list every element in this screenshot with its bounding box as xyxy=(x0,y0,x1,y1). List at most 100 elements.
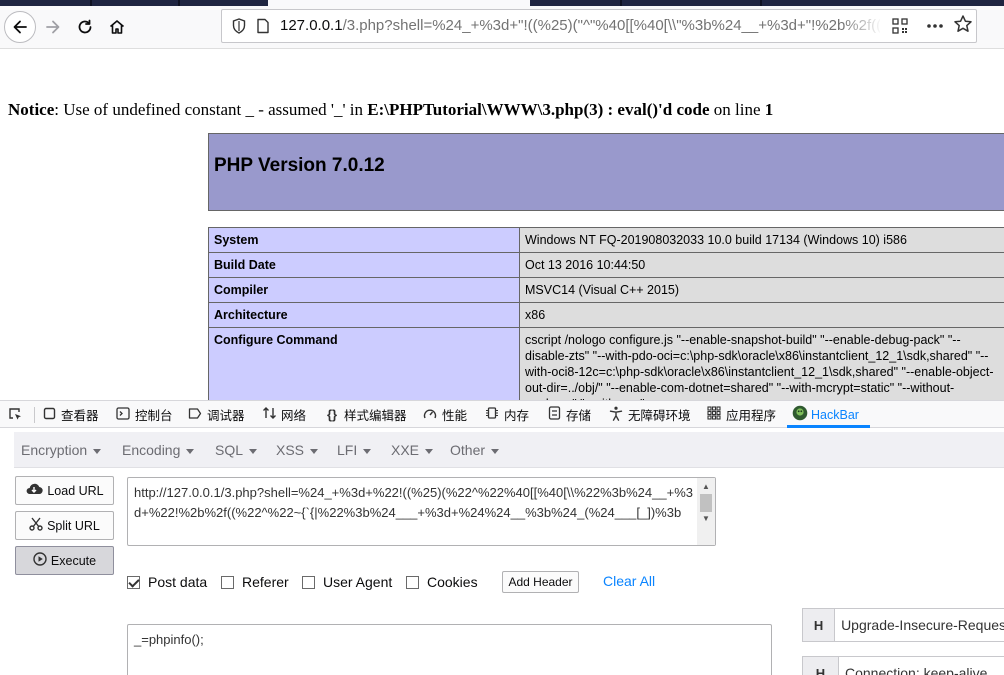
button-label: Split URL xyxy=(47,518,100,533)
console-icon xyxy=(116,406,130,423)
navigation-toolbar: 127.0.0.1/3.php?shell=%24_+%3d+"!((%25)(… xyxy=(0,6,1004,48)
header-row[interactable]: H Connection: keep-alive xyxy=(802,656,1004,675)
menu-other[interactable]: Other xyxy=(450,432,500,468)
checkbox-label: Post data xyxy=(148,574,208,590)
tab-network[interactable]: 网络 xyxy=(262,401,306,428)
checkbox-label: Cookies xyxy=(427,574,478,590)
tab-hackbar[interactable]: HackBar xyxy=(792,401,859,428)
home-button[interactable] xyxy=(102,12,132,42)
tab-memory[interactable]: 内存 xyxy=(485,401,529,428)
menu-encryption[interactable]: Encryption xyxy=(21,432,102,468)
checkbox-icon[interactable] xyxy=(221,575,234,589)
menu-label: SQL xyxy=(215,442,244,458)
application-icon xyxy=(707,406,721,423)
url-bar[interactable]: 127.0.0.1/3.php?shell=%24_+%3d+"!((%25)(… xyxy=(221,9,977,43)
menu-encoding[interactable]: Encoding xyxy=(122,432,195,468)
scroll-up-icon[interactable]: ▲ xyxy=(702,482,710,491)
tab-label: 性能 xyxy=(442,409,468,423)
scroll-down-icon[interactable]: ▼ xyxy=(702,514,710,523)
storage-icon xyxy=(547,406,561,423)
qr-code-icon[interactable] xyxy=(892,18,908,39)
notice-online: on line xyxy=(709,100,765,119)
menu-label: XSS xyxy=(276,442,305,458)
url-text[interactable]: 127.0.0.1/3.php?shell=%24_+%3d+"!((%25)(… xyxy=(280,17,880,34)
header-value[interactable]: Upgrade-Insecure-Requests: 1 xyxy=(835,609,1004,641)
user-agent-checkbox[interactable]: User Agent xyxy=(302,572,392,592)
tab-performance[interactable]: 性能 xyxy=(423,401,467,428)
header-toggle[interactable]: H xyxy=(803,609,836,641)
referer-checkbox[interactable]: Referer xyxy=(221,572,289,592)
tab-storage[interactable]: 存储 xyxy=(547,401,591,428)
split-url-button[interactable]: Split URL xyxy=(15,511,114,540)
url-input[interactable]: http://127.0.0.1/3.php?shell=%24_+%3d+%2… xyxy=(127,477,716,546)
tab-console[interactable]: 控制台 xyxy=(116,401,173,428)
row-key: Architecture xyxy=(208,302,520,328)
menu-lfi[interactable]: LFI xyxy=(337,432,372,468)
toolbar-separator xyxy=(34,407,35,423)
table-row: Build Date Oct 13 2016 10:44:50 xyxy=(208,252,1004,278)
play-icon xyxy=(33,552,47,569)
header-toggle[interactable]: H xyxy=(803,657,839,675)
tab-debugger[interactable]: 调试器 xyxy=(188,401,245,428)
element-picker-button[interactable] xyxy=(8,401,23,428)
cookies-checkbox[interactable]: Cookies xyxy=(406,572,478,592)
scrollbar-thumb[interactable] xyxy=(700,494,712,512)
checkbox-checked-icon[interactable] xyxy=(127,575,140,589)
tab-inspector[interactable]: 查看器 xyxy=(42,401,99,428)
reload-button[interactable] xyxy=(70,12,100,42)
checkbox-label: Referer xyxy=(242,574,289,590)
post-data-checkbox[interactable]: Post data xyxy=(127,572,207,592)
more-dots-icon[interactable] xyxy=(926,16,944,34)
tab-accessibility[interactable]: 无障碍环境 xyxy=(609,401,691,428)
forward-arrow-icon xyxy=(46,20,60,34)
forward-button[interactable] xyxy=(38,12,68,42)
url-input-scrollbar[interactable]: ▲ ▼ xyxy=(697,478,715,545)
clear-all-link[interactable]: Clear All xyxy=(603,573,655,589)
bookmark-star-icon[interactable] xyxy=(953,14,973,39)
add-header-button[interactable]: Add Header xyxy=(502,571,579,593)
tab-label: 查看器 xyxy=(61,409,99,423)
back-button[interactable] xyxy=(4,11,36,43)
devtools-toolbar: 查看器 控制台 调试器 网络 {} 样式编辑器 性能 内存 存储 无障碍环境 应… xyxy=(0,400,1004,428)
menu-label: XXE xyxy=(391,442,420,458)
php-notice: Notice: Use of undefined constant _ - as… xyxy=(8,100,773,120)
php-version-header: PHP Version 7.0.12 xyxy=(208,133,1004,211)
tab-label: 控制台 xyxy=(135,409,173,423)
notice-message: : Use of undefined constant _ - assumed … xyxy=(54,100,368,119)
checkbox-icon[interactable] xyxy=(302,575,315,589)
table-row: Configure Command cscript /nologo configu… xyxy=(208,327,1004,400)
menu-xss[interactable]: XSS xyxy=(276,432,319,468)
home-icon xyxy=(109,20,125,34)
chevron-down-icon xyxy=(186,448,195,454)
table-row: Compiler MSVC14 (Visual C++ 2015) xyxy=(208,277,1004,303)
tab-application[interactable]: 应用程序 xyxy=(707,401,776,428)
tab-label: 存储 xyxy=(566,409,592,423)
menu-sql[interactable]: SQL xyxy=(215,432,258,468)
chevron-down-icon xyxy=(363,448,372,454)
checkbox-icon[interactable] xyxy=(406,575,419,589)
chevron-down-icon xyxy=(249,448,258,454)
execute-button[interactable]: Execute xyxy=(15,546,114,575)
tab-label: HackBar xyxy=(811,407,859,422)
page-info-icon[interactable] xyxy=(256,18,270,39)
load-url-button[interactable]: Load URL xyxy=(15,476,114,505)
row-key: Configure Command xyxy=(208,327,520,400)
chevron-down-icon xyxy=(93,448,102,454)
row-value: cscript /nologo configure.js "--enable-s… xyxy=(519,327,1004,400)
header-row[interactable]: H Upgrade-Insecure-Requests: 1 xyxy=(802,608,1004,642)
button-label: Execute xyxy=(50,553,97,568)
network-icon xyxy=(262,406,276,423)
url-host: 127.0.0.1 xyxy=(280,17,343,34)
tab-label: 内存 xyxy=(504,409,530,423)
tracking-shield-icon[interactable] xyxy=(232,18,246,39)
checkbox-label: User Agent xyxy=(323,574,393,590)
header-value[interactable]: Connection: keep-alive xyxy=(839,657,987,675)
inspector-icon xyxy=(42,407,56,423)
row-key: Build Date xyxy=(208,252,520,278)
menu-xxe[interactable]: XXE xyxy=(391,432,434,468)
back-arrow-icon xyxy=(13,20,27,34)
tab-label: 无障碍环境 xyxy=(628,409,691,423)
post-data-input[interactable]: _=phpinfo(); xyxy=(127,624,772,675)
tab-label: 样式编辑器 xyxy=(344,409,407,423)
tab-style-editor[interactable]: {} 样式编辑器 xyxy=(325,401,407,428)
